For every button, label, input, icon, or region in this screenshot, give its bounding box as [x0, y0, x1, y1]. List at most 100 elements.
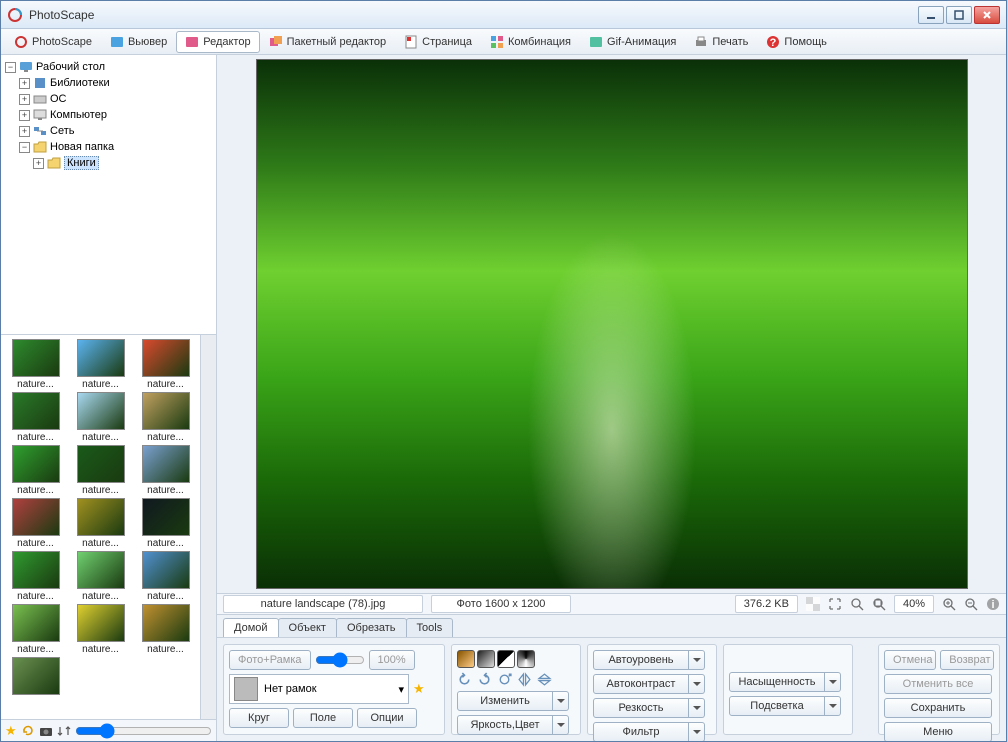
- zoom-fit-icon[interactable]: [872, 597, 886, 611]
- menu-button[interactable]: Меню: [884, 722, 992, 741]
- star-icon[interactable]: ★: [5, 723, 17, 739]
- thumbnail-item[interactable]: nature...: [70, 551, 131, 602]
- backlight-button[interactable]: Подсветка: [729, 696, 825, 716]
- tool-tab-home[interactable]: Домой: [223, 618, 279, 637]
- resize-dropdown[interactable]: [553, 691, 569, 711]
- thumbnail-grid[interactable]: nature...nature...nature...nature...natu…: [1, 335, 200, 719]
- sepia-swatch[interactable]: [457, 650, 475, 668]
- expand-icon[interactable]: +: [19, 126, 30, 137]
- tree-item[interactable]: +ОС: [19, 91, 212, 107]
- maximize-button[interactable]: [946, 6, 972, 24]
- photo-frame-button[interactable]: Фото+Рамка: [229, 650, 311, 670]
- thumbnail-item[interactable]: nature...: [135, 445, 196, 496]
- thumbnail-item[interactable]: nature...: [5, 498, 66, 549]
- frame-slider[interactable]: [315, 652, 365, 668]
- zoom-100-button[interactable]: 100%: [369, 650, 415, 670]
- close-button[interactable]: [974, 6, 1000, 24]
- options-button[interactable]: Опции: [357, 708, 417, 728]
- camera-icon[interactable]: [39, 724, 53, 738]
- autocontrast-button[interactable]: Автоконтраст: [593, 674, 689, 694]
- tab-viewer[interactable]: Вьювер: [101, 31, 176, 53]
- redo-button[interactable]: Возврат: [940, 650, 994, 670]
- zoom-actual-icon[interactable]: [850, 597, 864, 611]
- thumb-size-slider[interactable]: [75, 723, 212, 739]
- gray-swatch[interactable]: [477, 650, 495, 668]
- expand-icon[interactable]: +: [33, 158, 44, 169]
- tool-tab-crop[interactable]: Обрезать: [336, 618, 407, 637]
- tree-item[interactable]: +Библиотеки: [19, 75, 212, 91]
- tab-page[interactable]: Страница: [395, 31, 481, 53]
- collapse-icon[interactable]: −: [5, 62, 16, 73]
- sharpness-dropdown[interactable]: [689, 698, 705, 718]
- sharpness-button[interactable]: Резкость: [593, 698, 689, 718]
- filter-button[interactable]: Фильтр: [593, 722, 689, 741]
- collapse-icon[interactable]: −: [19, 142, 30, 153]
- star-icon[interactable]: ★: [413, 681, 425, 697]
- thumbnail-item[interactable]: nature...: [135, 392, 196, 443]
- rotate-left-icon[interactable]: [457, 672, 472, 687]
- tab-editor[interactable]: Редактор: [176, 31, 259, 53]
- fit-icon[interactable]: [828, 597, 842, 611]
- thumbnail-item[interactable]: nature...: [5, 604, 66, 655]
- thumbnail-item[interactable]: nature...: [5, 551, 66, 602]
- bw-swatch[interactable]: [497, 650, 515, 668]
- tool-tab-object[interactable]: Объект: [278, 618, 337, 637]
- zoom-in-icon[interactable]: [942, 597, 956, 611]
- tab-help[interactable]: ?Помощь: [757, 31, 836, 53]
- thumbnail-item[interactable]: nature...: [70, 392, 131, 443]
- sort-icon[interactable]: [57, 724, 71, 738]
- frame-select[interactable]: Нет рамок ▾: [229, 674, 409, 704]
- thumbnail-item[interactable]: nature...: [5, 445, 66, 496]
- thumbnail-item[interactable]: [5, 657, 66, 697]
- thumbnail-item[interactable]: nature...: [5, 339, 66, 390]
- minimize-button[interactable]: [918, 6, 944, 24]
- thumbnail-item[interactable]: nature...: [135, 551, 196, 602]
- autolevel-dropdown[interactable]: [689, 650, 705, 670]
- thumbnail-item[interactable]: nature...: [70, 445, 131, 496]
- info-icon[interactable]: i: [986, 597, 1000, 611]
- thumbnail-item[interactable]: nature...: [70, 604, 131, 655]
- tab-combine[interactable]: Комбинация: [481, 31, 580, 53]
- backlight-dropdown[interactable]: [825, 696, 841, 716]
- tree-item[interactable]: −Новая папка: [19, 139, 212, 155]
- invert-swatch[interactable]: [517, 650, 535, 668]
- tab-photoscape[interactable]: PhotoScape: [5, 31, 101, 53]
- thumbnail-item[interactable]: nature...: [135, 498, 196, 549]
- filter-dropdown[interactable]: [689, 722, 705, 741]
- scrollbar[interactable]: [200, 335, 216, 719]
- save-button[interactable]: Сохранить: [884, 698, 992, 718]
- checker-icon[interactable]: [806, 597, 820, 611]
- brightness-dropdown[interactable]: [553, 715, 569, 735]
- undo-all-button[interactable]: Отменить все: [884, 674, 992, 694]
- thumbnail-item[interactable]: nature...: [70, 339, 131, 390]
- tab-batch[interactable]: Пакетный редактор: [260, 31, 396, 53]
- flip-h-icon[interactable]: [517, 672, 532, 687]
- undo-button[interactable]: Отмена: [884, 650, 936, 670]
- tree-item[interactable]: +Компьютер: [19, 107, 212, 123]
- rotate-free-icon[interactable]: [497, 672, 512, 687]
- rotate-right-icon[interactable]: [477, 672, 492, 687]
- tool-tab-tools[interactable]: Tools: [406, 618, 454, 637]
- zoom-out-icon[interactable]: [964, 597, 978, 611]
- tree-item[interactable]: +Книги: [33, 155, 212, 171]
- thumbnail-item[interactable]: nature...: [70, 498, 131, 549]
- circle-button[interactable]: Круг: [229, 708, 289, 728]
- brightness-button[interactable]: Яркость,Цвет: [457, 715, 553, 735]
- tree-root[interactable]: − Рабочий стол: [5, 59, 212, 75]
- thumbnail-item[interactable]: nature...: [135, 339, 196, 390]
- autolevel-button[interactable]: Автоуровень: [593, 650, 689, 670]
- canvas[interactable]: [217, 55, 1006, 593]
- thumbnail-item[interactable]: nature...: [135, 604, 196, 655]
- thumbnail-item[interactable]: nature...: [5, 392, 66, 443]
- autocontrast-dropdown[interactable]: [689, 674, 705, 694]
- resize-button[interactable]: Изменить: [457, 691, 553, 711]
- folder-tree[interactable]: − Рабочий стол +Библиотеки +ОС +Компьюте…: [1, 55, 216, 335]
- refresh-icon[interactable]: [21, 724, 35, 738]
- expand-icon[interactable]: +: [19, 94, 30, 105]
- tree-item[interactable]: +Сеть: [19, 123, 212, 139]
- expand-icon[interactable]: +: [19, 78, 30, 89]
- field-button[interactable]: Поле: [293, 708, 353, 728]
- expand-icon[interactable]: +: [19, 110, 30, 121]
- tab-print[interactable]: Печать: [685, 31, 757, 53]
- flip-v-icon[interactable]: [537, 672, 552, 687]
